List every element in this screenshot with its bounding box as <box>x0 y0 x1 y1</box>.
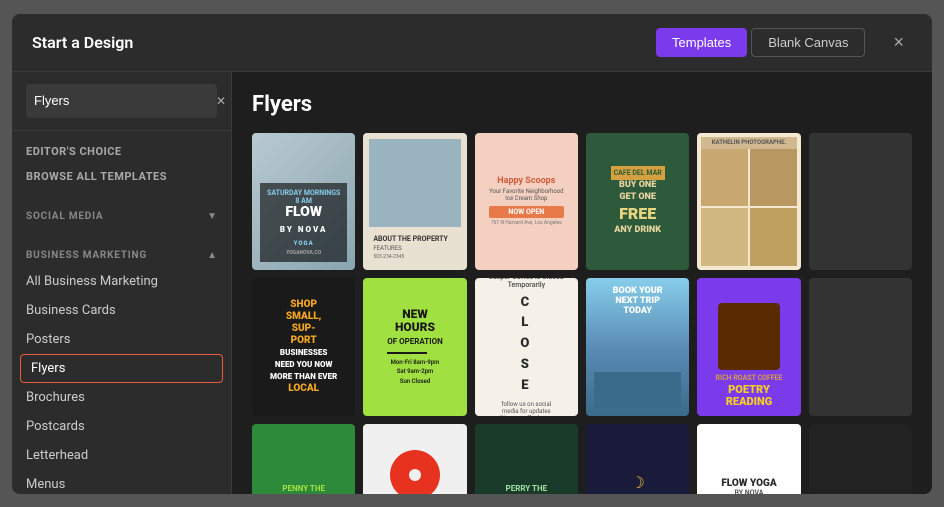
template-card-green[interactable]: PENNY THECommunity <box>252 424 355 493</box>
cafe-label: BUY ONEGET ONEFREEANY DRINK <box>614 180 661 236</box>
tab-group: Templates Blank Canvas <box>656 28 865 57</box>
trip-label: BOOK YOURNEXT TRIPTODAY <box>613 286 663 316</box>
template-card-icecream[interactable]: Happy Scoops Your Favorite NeighborhoodI… <box>475 133 578 271</box>
icecream-label: Happy Scoops Your Favorite NeighborhoodI… <box>481 168 571 234</box>
green-label: PENNY THECommunity <box>282 484 325 494</box>
modal-body: ✕ 🔍 EDITOR'S CHOICE BROWSE ALL TEMPLATES… <box>12 72 932 494</box>
newhours-label: NEWHOURSOF OPERATION Mon-Fri 8am-9pmSat … <box>387 308 443 386</box>
template-grid: SATURDAY MORNINGS 8 AM FLOWBY NOVA YOGA … <box>252 133 912 494</box>
close-button[interactable]: × <box>885 28 912 57</box>
sidebar-item-flyers[interactable]: Flyers <box>20 354 223 383</box>
sidebar-item-brochures[interactable]: Brochures <box>12 383 231 412</box>
modal: Start a Design Templates Blank Canvas × … <box>12 14 932 494</box>
template-card-property[interactable]: ABOUT THE PROPERTY FEATURES 503-234-2345 <box>363 133 466 271</box>
sidebar-item-postcards[interactable]: Postcards <box>12 412 231 441</box>
search-box: ✕ 🔍 <box>26 84 217 118</box>
template-card-poetry[interactable]: RICH ROAST COFFEE POETRYREADING <box>697 278 800 416</box>
close-label: CLOSE <box>483 293 570 397</box>
modal-title: Start a Design <box>32 33 656 52</box>
template-card-community[interactable]: PERRY THECommunity <box>475 424 578 493</box>
template-card-shop[interactable]: SHOPSMALL,SUP-PORTBUSINESSESNEED YOU NOW… <box>252 278 355 416</box>
chevron-up-icon: ▲ <box>207 250 217 261</box>
photo-grid <box>701 149 796 267</box>
sidebar: ✕ 🔍 EDITOR'S CHOICE BROWSE ALL TEMPLATES… <box>12 72 232 494</box>
section-business-marketing-label: BUSINESS MARKETING <box>26 250 147 261</box>
sidebar-item-posters[interactable]: Posters <box>12 325 231 354</box>
template-card-empty2 <box>809 278 912 416</box>
template-card-close[interactable]: Jasper Coffee is Closed Temporarily CLOS… <box>475 278 578 416</box>
template-card-trip[interactable]: BOOK YOURNEXT TRIPTODAY <box>586 278 689 416</box>
template-card-flowyoga[interactable]: FLOW YOGA BY NOVA SATURDAY MORNINGS <box>697 424 800 493</box>
template-card-empty1 <box>809 133 912 271</box>
section-business-marketing-header[interactable]: BUSINESS MARKETING ▲ <box>12 244 231 267</box>
template-card-moon[interactable]: ☽ FULL MOONDANCE PARTY <box>586 424 689 493</box>
modal-header: Start a Design Templates Blank Canvas × <box>12 14 932 72</box>
main-content: Flyers SATURDAY MORNINGS 8 AM FLOWBY NOV… <box>232 72 932 494</box>
template-card-photo[interactable]: KATHELIN PHOTOGRAPHE. <box>697 133 800 271</box>
template-card-newhours[interactable]: NEWHOURSOF OPERATION Mon-Fri 8am-9pmSat … <box>363 278 466 416</box>
template-card-cafe[interactable]: CAFE DEL MAR BUY ONEGET ONEFREEANY DRINK <box>586 133 689 271</box>
search-clear-icon[interactable]: ✕ <box>216 94 226 108</box>
yoga-label: SATURDAY MORNINGS 8 AM FLOWBY NOVA YOGA … <box>260 183 347 262</box>
sidebar-item-all-business-marketing[interactable]: All Business Marketing <box>12 267 231 296</box>
template-card-yoga[interactable]: SATURDAY MORNINGS 8 AM FLOWBY NOVA YOGA … <box>252 133 355 271</box>
sidebar-item-menus[interactable]: Menus <box>12 470 231 494</box>
sidebar-item-business-cards[interactable]: Business Cards <box>12 296 231 325</box>
poetry-label: RICH ROAST COFFEE POETRYREADING <box>716 374 783 408</box>
section-business-marketing: BUSINESS MARKETING ▲ All Business Market… <box>12 236 231 494</box>
community-label: PERRY THECommunity <box>498 476 556 494</box>
sidebar-item-letterhead[interactable]: Letterhead <box>12 441 231 470</box>
section-social-media: SOCIAL MEDIA ▼ <box>12 197 231 236</box>
shop-label: SHOPSMALL,SUP-PORTBUSINESSESNEED YOU NOW… <box>270 299 337 395</box>
section-social-media-header[interactable]: SOCIAL MEDIA ▼ <box>12 205 231 228</box>
template-card-empty3 <box>809 424 912 493</box>
search-input[interactable] <box>34 93 210 108</box>
flowyoga-label: FLOW YOGA BY NOVA SATURDAY MORNINGS <box>718 478 781 494</box>
search-area: ✕ 🔍 <box>12 72 231 131</box>
editors-choice-link[interactable]: EDITOR'S CHOICE <box>26 139 217 164</box>
section-social-media-label: SOCIAL MEDIA <box>26 211 103 222</box>
chevron-down-icon: ▼ <box>207 211 217 222</box>
sidebar-quick-links: EDITOR'S CHOICE BROWSE ALL TEMPLATES <box>12 131 231 197</box>
browse-all-link[interactable]: BROWSE ALL TEMPLATES <box>26 164 217 189</box>
section-title: Flyers <box>252 92 912 117</box>
template-card-vinyl[interactable]: 25%Off Vinyl <box>363 424 466 493</box>
tab-templates[interactable]: Templates <box>656 28 747 57</box>
tab-blank-canvas[interactable]: Blank Canvas <box>751 28 865 57</box>
